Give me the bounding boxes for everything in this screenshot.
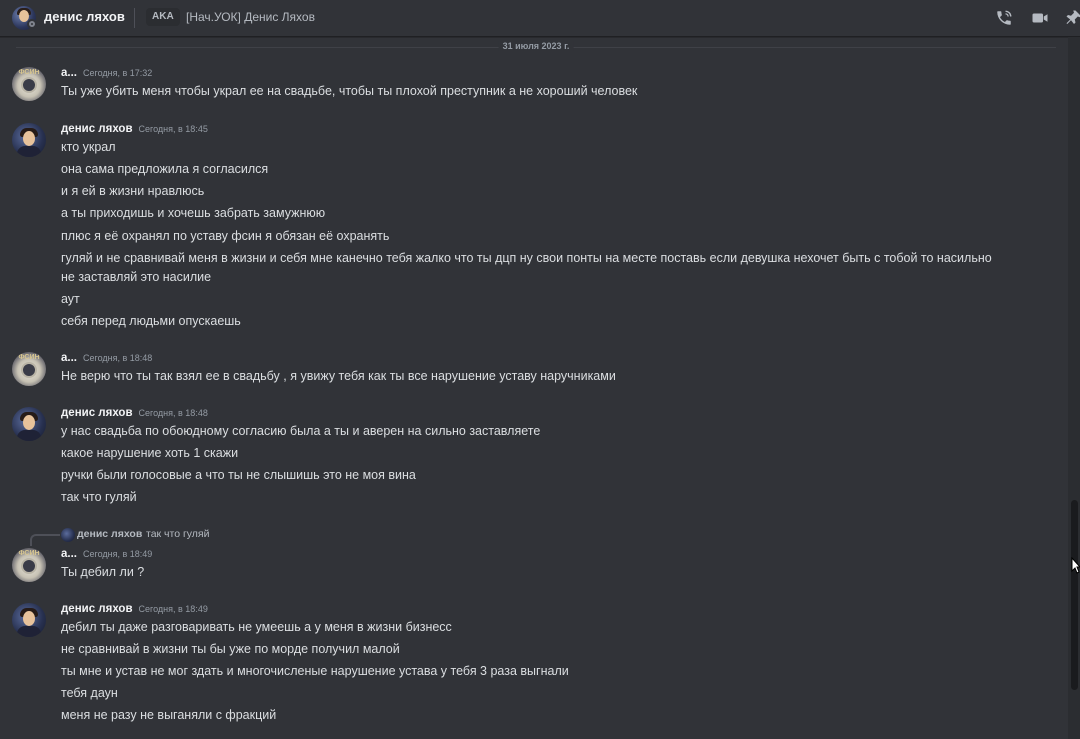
message-text: меня не разу не выганяли с фракций: [61, 708, 277, 722]
phone-call-icon[interactable]: [992, 6, 1016, 30]
message-author[interactable]: а... Сегодня, в 17:32: [61, 67, 152, 79]
message-author[interactable]: а... Сегодня, в 18:49: [61, 548, 152, 560]
reply-preview[interactable]: денис ляхов так что гуляй: [30, 528, 630, 546]
message-text: какое нарушение хоть 1 скажи: [61, 446, 239, 460]
channel-header: денис ляхов AKA [Нач.УОК] Денис Ляхов: [0, 0, 1080, 37]
message-text: не заставляй это насилие: [61, 270, 212, 284]
message-timestamp: Сегодня, в 18:48: [138, 408, 208, 418]
offline-status-icon: [27, 19, 37, 29]
aka-badge: AKA: [146, 8, 180, 26]
date-divider-label: 31 июля 2023 г.: [498, 41, 574, 51]
author-name[interactable]: а...: [61, 67, 77, 79]
header-divider: [134, 8, 135, 28]
message-text: Ты дебил ли ?: [61, 565, 145, 579]
message-text: так что гуляй: [61, 490, 137, 504]
reply-spine: [30, 534, 60, 546]
message-timestamp: Сегодня, в 17:32: [82, 68, 153, 78]
avatar[interactable]: [12, 407, 46, 441]
message-text: Ты уже убить меня чтобы украл ее на свад…: [61, 84, 638, 98]
message-text: ты мне и устав не мог здать и многочисле…: [61, 664, 569, 678]
reply-text[interactable]: так что гуляй: [146, 528, 210, 540]
avatar[interactable]: ФСИН: [12, 67, 46, 101]
message-timestamp: Сегодня, в 18:48: [82, 353, 153, 363]
message-author[interactable]: денис ляхов Сегодня, в 18:49: [61, 603, 208, 615]
author-name[interactable]: а...: [61, 352, 77, 364]
author-name[interactable]: денис ляхов: [61, 603, 133, 615]
reply-author[interactable]: денис ляхов: [77, 528, 142, 540]
avatar[interactable]: [12, 123, 46, 157]
message-text: Не верю что ты так взял ее в свадьбу , я…: [61, 369, 616, 383]
header-username[interactable]: денис ляхов: [44, 9, 125, 24]
author-name[interactable]: денис ляхов: [61, 407, 133, 419]
message-text: аут: [61, 292, 80, 306]
message-author[interactable]: денис ляхов Сегодня, в 18:45: [61, 123, 208, 135]
message-text: тебя даун: [61, 686, 118, 700]
aka-names: [Нач.УОК] Денис Ляхов: [186, 10, 315, 24]
avatar[interactable]: [12, 603, 46, 637]
mouse-cursor-icon: [1071, 557, 1080, 574]
message-timestamp: Сегодня, в 18:49: [138, 604, 208, 614]
scrollbar-thumb[interactable]: [1071, 500, 1078, 690]
avatar[interactable]: ФСИН: [12, 548, 46, 582]
message-author[interactable]: денис ляхов Сегодня, в 18:48: [61, 407, 208, 419]
message-text: а ты приходишь и хочешь забрать замужнюю: [61, 206, 326, 220]
message-text: кто украл: [61, 140, 116, 154]
author-name[interactable]: денис ляхов: [61, 123, 133, 135]
author-name[interactable]: а...: [61, 548, 77, 560]
message-timestamp: Сегодня, в 18:45: [138, 124, 208, 134]
message-text: у нас свадьба по обоюдному согласию была…: [61, 424, 541, 438]
date-divider: 31 июля 2023 г.: [16, 41, 1056, 51]
message-text: гуляй и не сравнивай меня в жизни и себя…: [61, 251, 992, 265]
message-text: плюс я её охранял по уставу фсин я обяза…: [61, 229, 390, 243]
message-list: 31 июля 2023 г. ФСИН а... Сегодня, в 17:3…: [0, 37, 1068, 739]
pin-icon[interactable]: [1062, 6, 1080, 30]
reply-avatar: [61, 528, 75, 542]
message-text: ручки были голосовые а что ты не слышишь…: [61, 468, 416, 482]
message-text: и я ей в жизни нравлюсь: [61, 184, 205, 198]
message-text: себя перед людьми опускаешь: [61, 314, 241, 328]
message-text: не сравнивай в жизни ты бы уже по морде …: [61, 642, 400, 656]
video-call-icon[interactable]: [1028, 6, 1052, 30]
message-text: она сама предложила я согласился: [61, 162, 269, 176]
message-timestamp: Сегодня, в 18:49: [82, 549, 153, 559]
message-author[interactable]: а... Сегодня, в 18:48: [61, 352, 152, 364]
message-text: дебил ты даже разговаривать не умеешь а …: [61, 620, 452, 634]
avatar[interactable]: ФСИН: [12, 352, 46, 386]
